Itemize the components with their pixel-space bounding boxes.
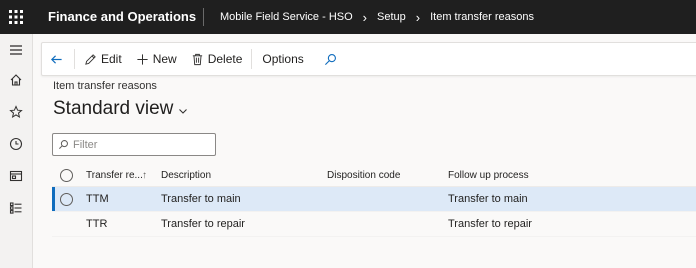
row-select-radio[interactable] xyxy=(60,192,73,206)
workspaces-icon[interactable] xyxy=(0,166,32,186)
edit-button[interactable]: Edit xyxy=(78,43,128,75)
view-name: Standard view xyxy=(53,98,174,119)
pencil-icon xyxy=(85,53,96,65)
filter-box xyxy=(52,133,216,156)
cell-follow-up-process[interactable]: Transfer to repair xyxy=(448,218,532,230)
toolbar-separator xyxy=(251,49,253,69)
select-all-radio[interactable] xyxy=(60,168,73,182)
breadcrumb-item-setup[interactable]: Setup xyxy=(377,11,406,23)
edit-button-label: Edit xyxy=(101,52,122,66)
options-button-label: Options xyxy=(262,52,304,66)
search-button[interactable] xyxy=(310,43,347,75)
plus-icon xyxy=(137,53,148,65)
filter-input[interactable] xyxy=(69,138,203,151)
app-launcher-icon[interactable] xyxy=(0,0,32,34)
main-content: Edit New Delete Options Item transfer re… xyxy=(33,34,696,268)
topbar-divider xyxy=(203,8,204,26)
action-pane: Edit New Delete Options xyxy=(41,42,696,76)
search-icon xyxy=(59,140,68,149)
top-navigation-bar: Finance and Operations Mobile Field Serv… xyxy=(0,0,696,34)
breadcrumb: Mobile Field Service - HSO › Setup › Ite… xyxy=(220,0,534,34)
delete-button-label: Delete xyxy=(207,52,243,66)
trash-icon xyxy=(192,53,202,65)
view-selector[interactable]: Standard view xyxy=(53,98,188,120)
chevron-right-icon: › xyxy=(362,9,367,25)
arrow-left-icon xyxy=(51,54,62,64)
modules-list-icon[interactable] xyxy=(0,198,32,218)
sort-ascending-icon: ↑ xyxy=(142,169,147,181)
app-name[interactable]: Finance and Operations xyxy=(48,0,196,34)
cell-follow-up-process[interactable]: Transfer to main xyxy=(448,193,528,205)
search-icon xyxy=(324,53,336,65)
cell-transfer-reason[interactable]: TTM xyxy=(86,193,109,205)
page-label: Item transfer reasons xyxy=(53,80,157,92)
table-row[interactable]: TTM Transfer to main Transfer to main xyxy=(52,187,696,212)
breadcrumb-item-current[interactable]: Item transfer reasons xyxy=(430,11,534,23)
favorites-star-icon[interactable] xyxy=(0,102,32,122)
column-header-disposition-code[interactable]: Disposition code xyxy=(327,170,400,181)
hamburger-menu-icon[interactable] xyxy=(0,40,32,60)
table-row[interactable]: TTR Transfer to repair Transfer to repai… xyxy=(52,212,696,237)
cell-description[interactable]: Transfer to main xyxy=(161,193,241,205)
back-button[interactable] xyxy=(42,43,71,75)
recent-clock-icon[interactable] xyxy=(0,134,32,154)
chevron-right-icon: › xyxy=(415,9,421,25)
column-header-description[interactable]: Description xyxy=(161,170,211,181)
options-button[interactable]: Options xyxy=(255,43,309,75)
column-header-follow-up-process[interactable]: Follow up process xyxy=(448,170,529,181)
new-button-label: New xyxy=(152,52,177,66)
grid-header-row: Transfer re... ↑ Description Disposition… xyxy=(52,164,696,187)
home-icon[interactable] xyxy=(0,70,32,90)
new-button[interactable]: New xyxy=(128,43,183,75)
cell-transfer-reason[interactable]: TTR xyxy=(86,218,107,230)
column-header-transfer-reason[interactable]: Transfer re... xyxy=(86,170,143,181)
breadcrumb-item-company[interactable]: Mobile Field Service - HSO xyxy=(220,11,353,23)
cell-description[interactable]: Transfer to repair xyxy=(161,218,245,230)
toolbar-separator xyxy=(74,49,75,69)
left-navigation-pane xyxy=(0,34,33,268)
data-grid: Transfer re... ↑ Description Disposition… xyxy=(52,164,696,237)
delete-button[interactable]: Delete xyxy=(183,43,249,75)
chevron-down-icon xyxy=(179,109,188,114)
